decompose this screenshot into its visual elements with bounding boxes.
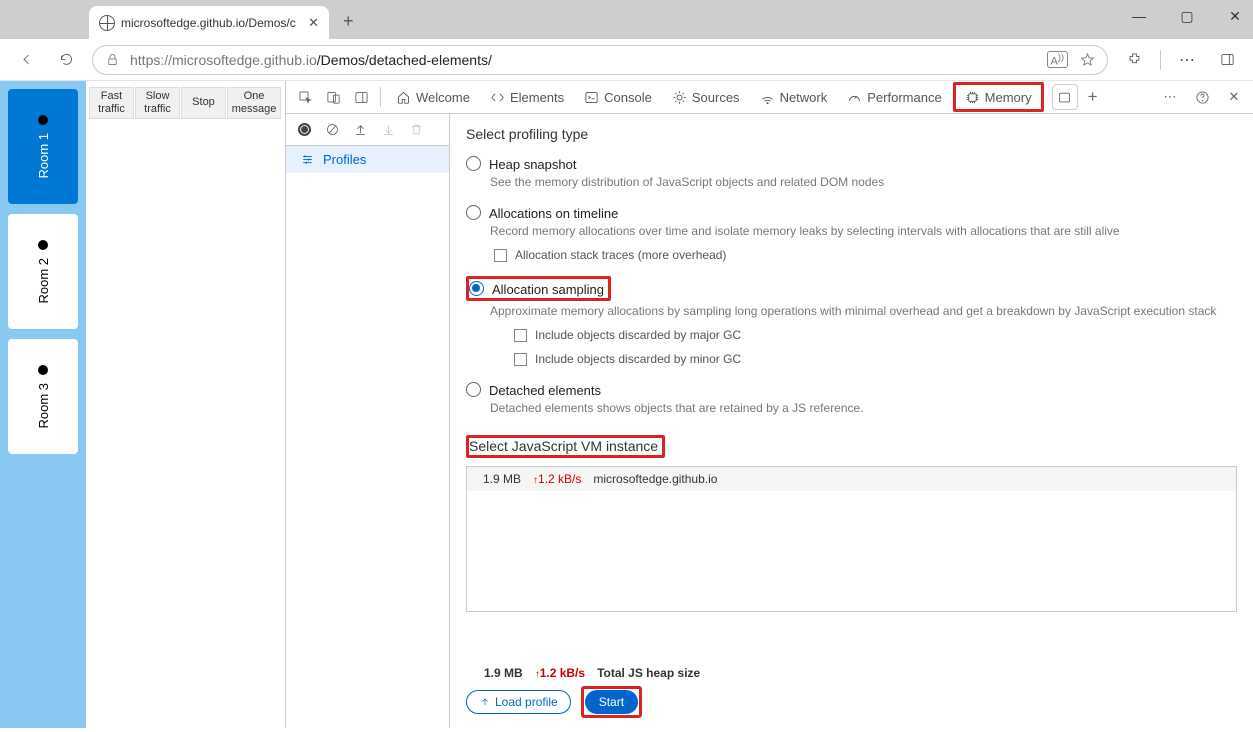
sub-option-stack-traces[interactable]: Allocation stack traces (more overhead) [494, 248, 1237, 262]
memory-pane: Select profiling type Heap snapshot See … [450, 114, 1253, 728]
presence-dot-icon [38, 365, 48, 375]
option-description: Detached elements shows objects that are… [490, 401, 1237, 415]
devtools-menu-button[interactable]: ⋯ [1157, 84, 1183, 110]
sliders-icon [300, 152, 315, 167]
clear-button[interactable] [322, 120, 342, 140]
import-button[interactable] [378, 120, 398, 140]
app-content: Fast traffic Slow traffic Stop One messa… [86, 81, 285, 728]
menu-button[interactable]: ⋯ [1169, 42, 1205, 78]
url-text: https://microsoftedge.github.io/Demos/de… [130, 52, 492, 68]
slow-traffic-button[interactable]: Slow traffic [135, 87, 180, 119]
tab-elements[interactable]: Elements [481, 81, 573, 114]
devtools-body: Profiles Select profiling type Heap snap… [286, 114, 1253, 728]
start-button[interactable]: Start [585, 690, 638, 714]
room-3-button[interactable]: Room 3 [8, 339, 78, 454]
footer-label: Total JS heap size [597, 666, 700, 680]
checkbox-icon[interactable] [514, 329, 527, 342]
activity-bar-button[interactable] [1052, 84, 1078, 110]
radio-icon[interactable] [466, 382, 481, 397]
memory-footer: 1.9 MB 1.2 kB/s Total JS heap size [466, 656, 1237, 680]
presence-dot-icon [38, 115, 48, 125]
profiling-heading: Select profiling type [466, 126, 1237, 142]
tab-network[interactable]: Network [751, 81, 837, 114]
vm-rate: 1.2 kB/s [533, 472, 581, 486]
one-message-button[interactable]: One message [227, 87, 281, 119]
vm-heading: Select JavaScript VM instance [469, 438, 658, 454]
main-content: Room 1 Room 2 Room 3 Fast traffic Slow t… [0, 81, 1253, 728]
fast-traffic-button[interactable]: Fast traffic [89, 87, 134, 119]
profile-toolbar [286, 114, 449, 146]
room-label: Room 3 [36, 383, 51, 429]
device-emulation-icon[interactable] [320, 84, 346, 110]
presence-dot-icon [38, 240, 48, 250]
footer-rate: 1.2 kB/s [535, 666, 585, 680]
option-description: Approximate memory allocations by sampli… [490, 304, 1237, 318]
room-label: Room 1 [36, 133, 51, 179]
new-tab-button[interactable]: + [343, 11, 354, 32]
globe-icon [99, 15, 115, 31]
room-label: Room 2 [36, 258, 51, 304]
option-allocation-sampling[interactable]: Allocation sampling Approximate memory a… [466, 276, 1237, 366]
address-bar[interactable]: https://microsoftedge.github.io/Demos/de… [92, 45, 1108, 75]
tab-memory[interactable]: Memory [953, 82, 1044, 112]
delete-button[interactable] [406, 120, 426, 140]
sidebar-toggle-button[interactable] [1209, 42, 1245, 78]
room-2-button[interactable]: Room 2 [8, 214, 78, 329]
devtools-sidebar: Profiles [286, 114, 450, 728]
option-description: See the memory distribution of JavaScrip… [490, 175, 1237, 189]
tab-performance[interactable]: Performance [838, 81, 950, 114]
devtools-panel: Welcome Elements Console Sources Network… [285, 81, 1253, 728]
option-description: Record memory allocations over time and … [490, 224, 1237, 238]
profiles-nav-item[interactable]: Profiles [286, 146, 449, 173]
sub-option-minor-gc[interactable]: Include objects discarded by minor GC [514, 352, 1237, 366]
app-toolbar: Fast traffic Slow traffic Stop One messa… [86, 81, 285, 125]
lock-icon [105, 52, 120, 67]
option-heap-snapshot[interactable]: Heap snapshot See the memory distributio… [466, 154, 1237, 189]
vm-instance-row[interactable]: 1.9 MB 1.2 kB/s microsoftedge.github.io [467, 467, 1236, 491]
export-button[interactable] [350, 120, 370, 140]
vm-instance-list: 1.9 MB 1.2 kB/s microsoftedge.github.io [466, 466, 1237, 612]
sub-option-major-gc[interactable]: Include objects discarded by major GC [514, 328, 1237, 342]
radio-icon[interactable] [469, 281, 484, 296]
tab-welcome[interactable]: Welcome [387, 81, 479, 114]
dock-side-icon[interactable] [348, 84, 374, 110]
record-button[interactable] [294, 120, 314, 140]
add-tab-button[interactable]: + [1080, 84, 1106, 110]
stop-button[interactable]: Stop [181, 87, 226, 119]
option-detached-elements[interactable]: Detached elements Detached elements show… [466, 380, 1237, 415]
browser-toolbar: https://microsoftedge.github.io/Demos/de… [0, 39, 1253, 81]
checkbox-icon[interactable] [514, 353, 527, 366]
close-tab-icon[interactable]: ✕ [308, 15, 319, 31]
maximize-button[interactable]: ▢ [1177, 6, 1197, 26]
read-aloud-icon[interactable]: A)) [1047, 51, 1068, 69]
close-window-button[interactable]: ✕ [1225, 6, 1245, 26]
favorite-icon[interactable] [1080, 52, 1095, 67]
tab-sources[interactable]: Sources [663, 81, 749, 114]
tab-title: microsoftedge.github.io/Demos/c [121, 16, 296, 30]
radio-icon[interactable] [466, 156, 481, 171]
vm-size: 1.9 MB [483, 472, 521, 486]
browser-tab[interactable]: microsoftedge.github.io/Demos/c ✕ [89, 6, 329, 39]
checkbox-icon[interactable] [494, 249, 507, 262]
refresh-button[interactable] [48, 42, 84, 78]
option-allocations-timeline[interactable]: Allocations on timeline Record memory al… [466, 203, 1237, 262]
app-sidebar: Room 1 Room 2 Room 3 [0, 81, 86, 728]
room-1-button[interactable]: Room 1 [8, 89, 78, 204]
extensions-button[interactable] [1116, 42, 1152, 78]
footer-size: 1.9 MB [484, 666, 523, 680]
back-button[interactable] [8, 42, 44, 78]
close-devtools-button[interactable]: ✕ [1221, 84, 1247, 110]
tab-console[interactable]: Console [575, 81, 661, 114]
radio-icon[interactable] [466, 205, 481, 220]
help-icon[interactable] [1189, 84, 1215, 110]
inspect-element-icon[interactable] [292, 84, 318, 110]
vm-origin: microsoftedge.github.io [593, 472, 717, 486]
devtools-tabbar: Welcome Elements Console Sources Network… [286, 81, 1253, 114]
load-profile-button[interactable]: Load profile [466, 690, 571, 714]
minimize-button[interactable]: — [1129, 6, 1149, 26]
browser-titlebar: microsoftedge.github.io/Demos/c ✕ + — ▢ … [0, 0, 1253, 39]
